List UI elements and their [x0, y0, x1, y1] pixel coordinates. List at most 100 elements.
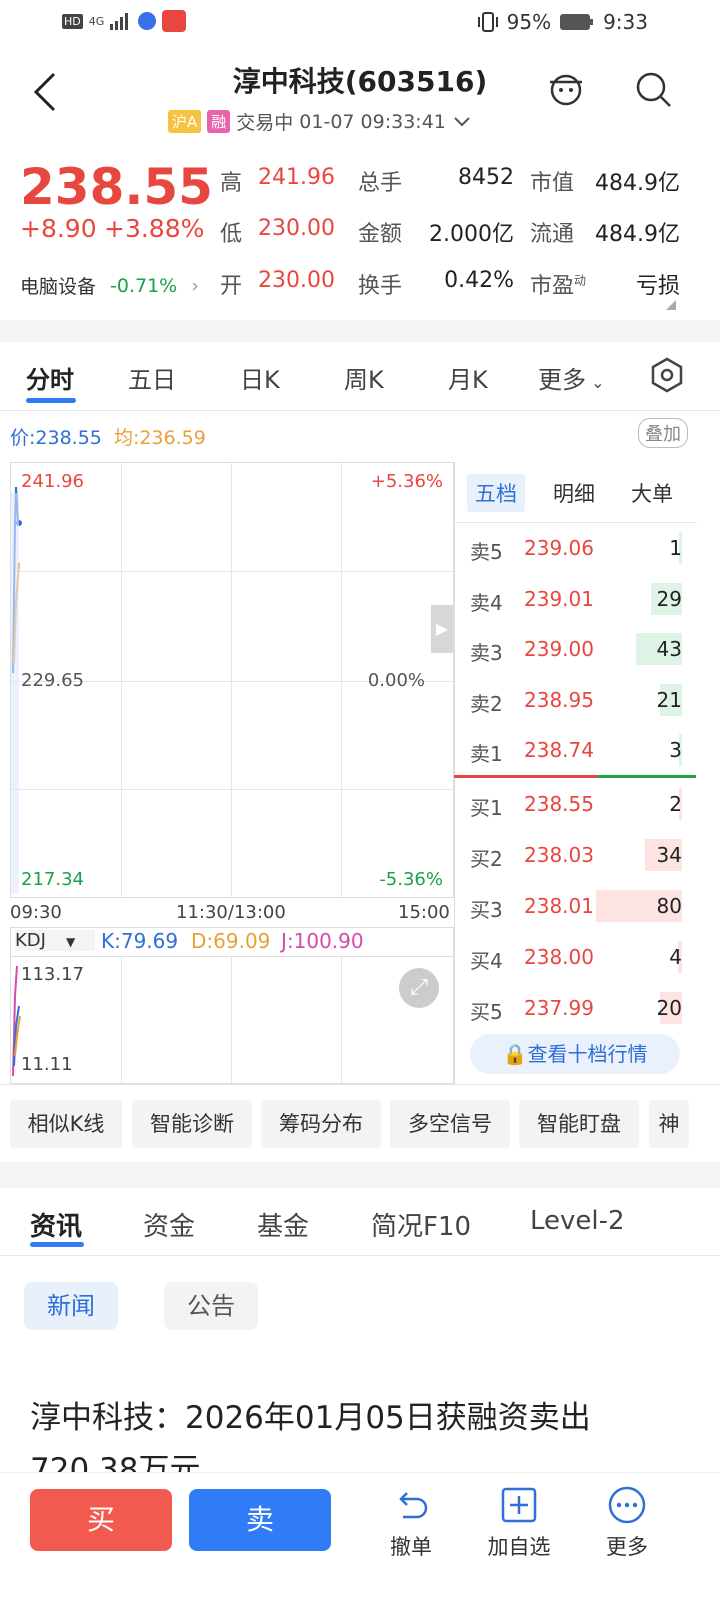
open-label: 开 [220, 274, 243, 299]
trade-state: 交易中 [236, 112, 294, 134]
volume-value: 8452 [458, 165, 514, 190]
trade-datetime: 01-07 09:33:41 [299, 110, 446, 133]
ask-row[interactable]: 卖1 238.74 3 [470, 730, 682, 770]
section-divider [0, 320, 720, 342]
price-change-pct: +3.88% [104, 214, 205, 243]
tab-f10[interactable]: 简况F10 [371, 1206, 471, 1243]
grid-line [11, 571, 453, 572]
grid-line [341, 463, 342, 897]
tab-level2[interactable]: Level-2 [530, 1206, 625, 1236]
level-label: 买5 [470, 1000, 503, 1024]
grid-line [121, 463, 122, 897]
pe-label: 市盈动 [530, 273, 587, 299]
tool-long-short-signal[interactable]: 多空信号 [390, 1100, 510, 1148]
price-legend: 价:238.55 [10, 427, 102, 449]
tool-similar-k[interactable]: 相似K线 [10, 1100, 122, 1148]
ob-tab-detail[interactable]: 明细 [553, 478, 595, 508]
chip-news[interactable]: 新闻 [24, 1282, 118, 1330]
status-left: HD 4G [62, 10, 187, 32]
turnover-value: 0.42% [444, 268, 514, 293]
level-label: 买3 [470, 898, 503, 922]
pe-value: 亏损 [635, 274, 680, 299]
bid-row[interactable]: 买5 237.99 20 [470, 988, 682, 1028]
level-label: 买1 [470, 796, 503, 820]
ask-row[interactable]: 卖4 239.01 29 [470, 579, 682, 619]
sector-name: 电脑设备 [20, 276, 97, 298]
buy-button[interactable]: 买 [30, 1489, 172, 1551]
tab-funds[interactable]: 资金 [143, 1206, 195, 1243]
tool-smart-watch[interactable]: 智能盯盘 [519, 1100, 639, 1148]
tab-more[interactable]: 更多 ⌄ [538, 360, 605, 395]
tool-more-clipped[interactable]: 神 [649, 1100, 689, 1148]
ask-row[interactable]: 卖3 239.00 43 [470, 629, 682, 669]
tab-news-info[interactable]: 资讯 [30, 1206, 82, 1243]
bid-row[interactable]: 买2 238.03 34 [470, 835, 682, 875]
bid-row[interactable]: 买1 238.55 2 [470, 784, 682, 824]
add-square-icon [501, 1487, 537, 1523]
amount-value: 2.000亿 [429, 222, 514, 247]
battery-pct: 95% [506, 10, 552, 34]
bid-row[interactable]: 买3 238.01 80 [470, 886, 682, 926]
ten-level-button[interactable]: 🔒查看十档行情 [470, 1034, 680, 1074]
dropdown-icon: ▼ [65, 935, 76, 949]
tool-diagnosis[interactable]: 智能诊断 [132, 1100, 252, 1148]
level-label: 买2 [470, 847, 503, 871]
grid-line [11, 789, 453, 790]
pe-sup: 动 [574, 273, 587, 288]
collapse-handle[interactable]: ▶ [431, 605, 453, 653]
cancel-order-button[interactable]: 撤单 [382, 1485, 440, 1561]
sector-link[interactable]: 电脑设备 -0.71% › [20, 272, 199, 299]
ob-tab-big[interactable]: 大单 [631, 478, 673, 508]
network-label: 4G [88, 14, 105, 28]
search-icon[interactable] [634, 70, 674, 110]
add-watchlist-button[interactable]: 加自选 [480, 1485, 558, 1561]
trade-status-line[interactable]: 沪A 融 交易中 01-07 09:33:41 [168, 108, 472, 135]
sector-pct: -0.71% [110, 274, 178, 297]
level-price: 238.95 [524, 687, 594, 712]
level-price: 237.99 [524, 996, 594, 1020]
level-volume: 20 [656, 996, 682, 1020]
float-value: 484.9亿 [595, 222, 680, 247]
more-label: 更多 [606, 1535, 648, 1559]
fullscreen-icon[interactable]: ⤢ [399, 968, 439, 1008]
time-start: 09:30 [10, 902, 62, 923]
tab-weekly-k[interactable]: 周K [344, 360, 384, 395]
last-price: 238.55 [20, 158, 213, 216]
grid-line [121, 956, 122, 1083]
more-button[interactable]: 更多 [598, 1485, 656, 1561]
open-value: 230.00 [258, 268, 335, 293]
tab-five-day[interactable]: 五日 [128, 360, 176, 395]
robot-assistant-icon[interactable] [546, 68, 586, 108]
overlay-button[interactable]: 叠加 [638, 418, 688, 448]
low-label: 低 [220, 222, 243, 247]
ask-row[interactable]: 卖2 238.95 21 [470, 680, 682, 720]
sell-button[interactable]: 卖 [189, 1489, 331, 1551]
kdj-selector[interactable]: KDJ ▼ [15, 930, 95, 951]
level-price: 239.00 [524, 637, 594, 661]
chart-legend: 价:238.55 均:236.59 [10, 423, 206, 450]
market-tag: 沪A [168, 110, 202, 133]
y-axis-top: 241.96 [21, 471, 84, 492]
battery-icon [560, 14, 594, 30]
add-watchlist-label: 加自选 [487, 1535, 551, 1559]
bid-row[interactable]: 买4 238.00 4 [470, 937, 682, 977]
level-volume: 2 [669, 792, 682, 816]
stock-header: 淳中科技(603516) 沪A 融 交易中 01-07 09:33:41 [0, 48, 720, 148]
level-price: 238.55 [524, 792, 594, 816]
tab-fund[interactable]: 基金 [257, 1206, 309, 1243]
quote-panel: 238.55 +8.90 +3.88% 电脑设备 -0.71% › 高 241.… [0, 150, 720, 320]
ob-tab-five[interactable]: 五档 [467, 474, 525, 512]
level-volume: 80 [656, 894, 682, 918]
tab-monthly-k[interactable]: 月K [448, 360, 488, 395]
tab-intraday[interactable]: 分时 [26, 360, 74, 395]
expand-corner-icon[interactable] [666, 300, 676, 310]
intraday-chart[interactable]: 241.96 229.65 217.34 +5.36% 0.00% -5.36%… [10, 462, 454, 898]
tab-daily-k[interactable]: 日K [240, 360, 280, 395]
chip-announcement[interactable]: 公告 [164, 1282, 258, 1330]
tool-chip-distribution[interactable]: 筹码分布 [261, 1100, 381, 1148]
chart-settings-icon[interactable] [648, 356, 686, 394]
news-headline[interactable]: 淳中科技：2026年01月05日获融资卖出720.38万元 [30, 1392, 670, 1472]
ask-row[interactable]: 卖5 239.06 1 [470, 528, 682, 568]
kdj-chart[interactable]: 113.17 11.11 ⤢ [10, 956, 454, 1084]
lock-icon: 🔒 [502, 1042, 528, 1066]
